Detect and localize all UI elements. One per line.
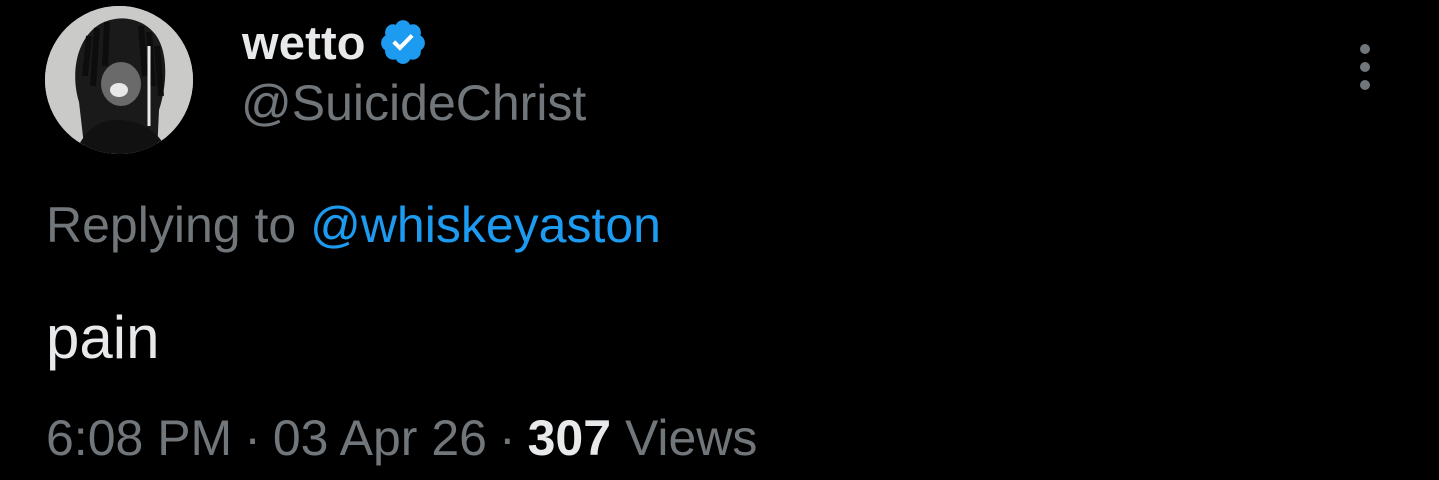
tweet-meta: 6:08 PM · 03 Apr 26 · 307 Views xyxy=(46,413,757,463)
verified-badge-icon[interactable] xyxy=(378,17,428,67)
replying-to-label: Replying to xyxy=(46,197,297,253)
tweet-time[interactable]: 6:08 PM xyxy=(46,410,232,466)
more-dot xyxy=(1360,80,1370,90)
views-count[interactable]: 307 xyxy=(528,410,611,466)
more-options-button[interactable] xyxy=(1340,40,1390,94)
avatar[interactable] xyxy=(45,6,193,154)
author-name-row: wetto xyxy=(242,14,428,70)
tweet-text: pain xyxy=(46,304,160,371)
user-avatar-icon xyxy=(45,6,193,154)
meta-separator: · xyxy=(498,410,516,466)
views-label: Views xyxy=(624,410,758,466)
more-vertical-icon xyxy=(1360,44,1370,54)
user-handle[interactable]: @SuicideChrist xyxy=(241,78,586,128)
reply-mention-link[interactable]: @whiskeyaston xyxy=(310,197,661,253)
more-dot xyxy=(1360,62,1370,72)
display-name[interactable]: wetto xyxy=(242,19,366,66)
tweet-date[interactable]: 03 Apr 26 xyxy=(273,410,487,466)
tweet-detail: wetto @SuicideChrist Replying to @whiske… xyxy=(0,0,1439,480)
meta-separator: · xyxy=(244,410,261,466)
replying-to: Replying to @whiskeyaston xyxy=(46,200,661,250)
